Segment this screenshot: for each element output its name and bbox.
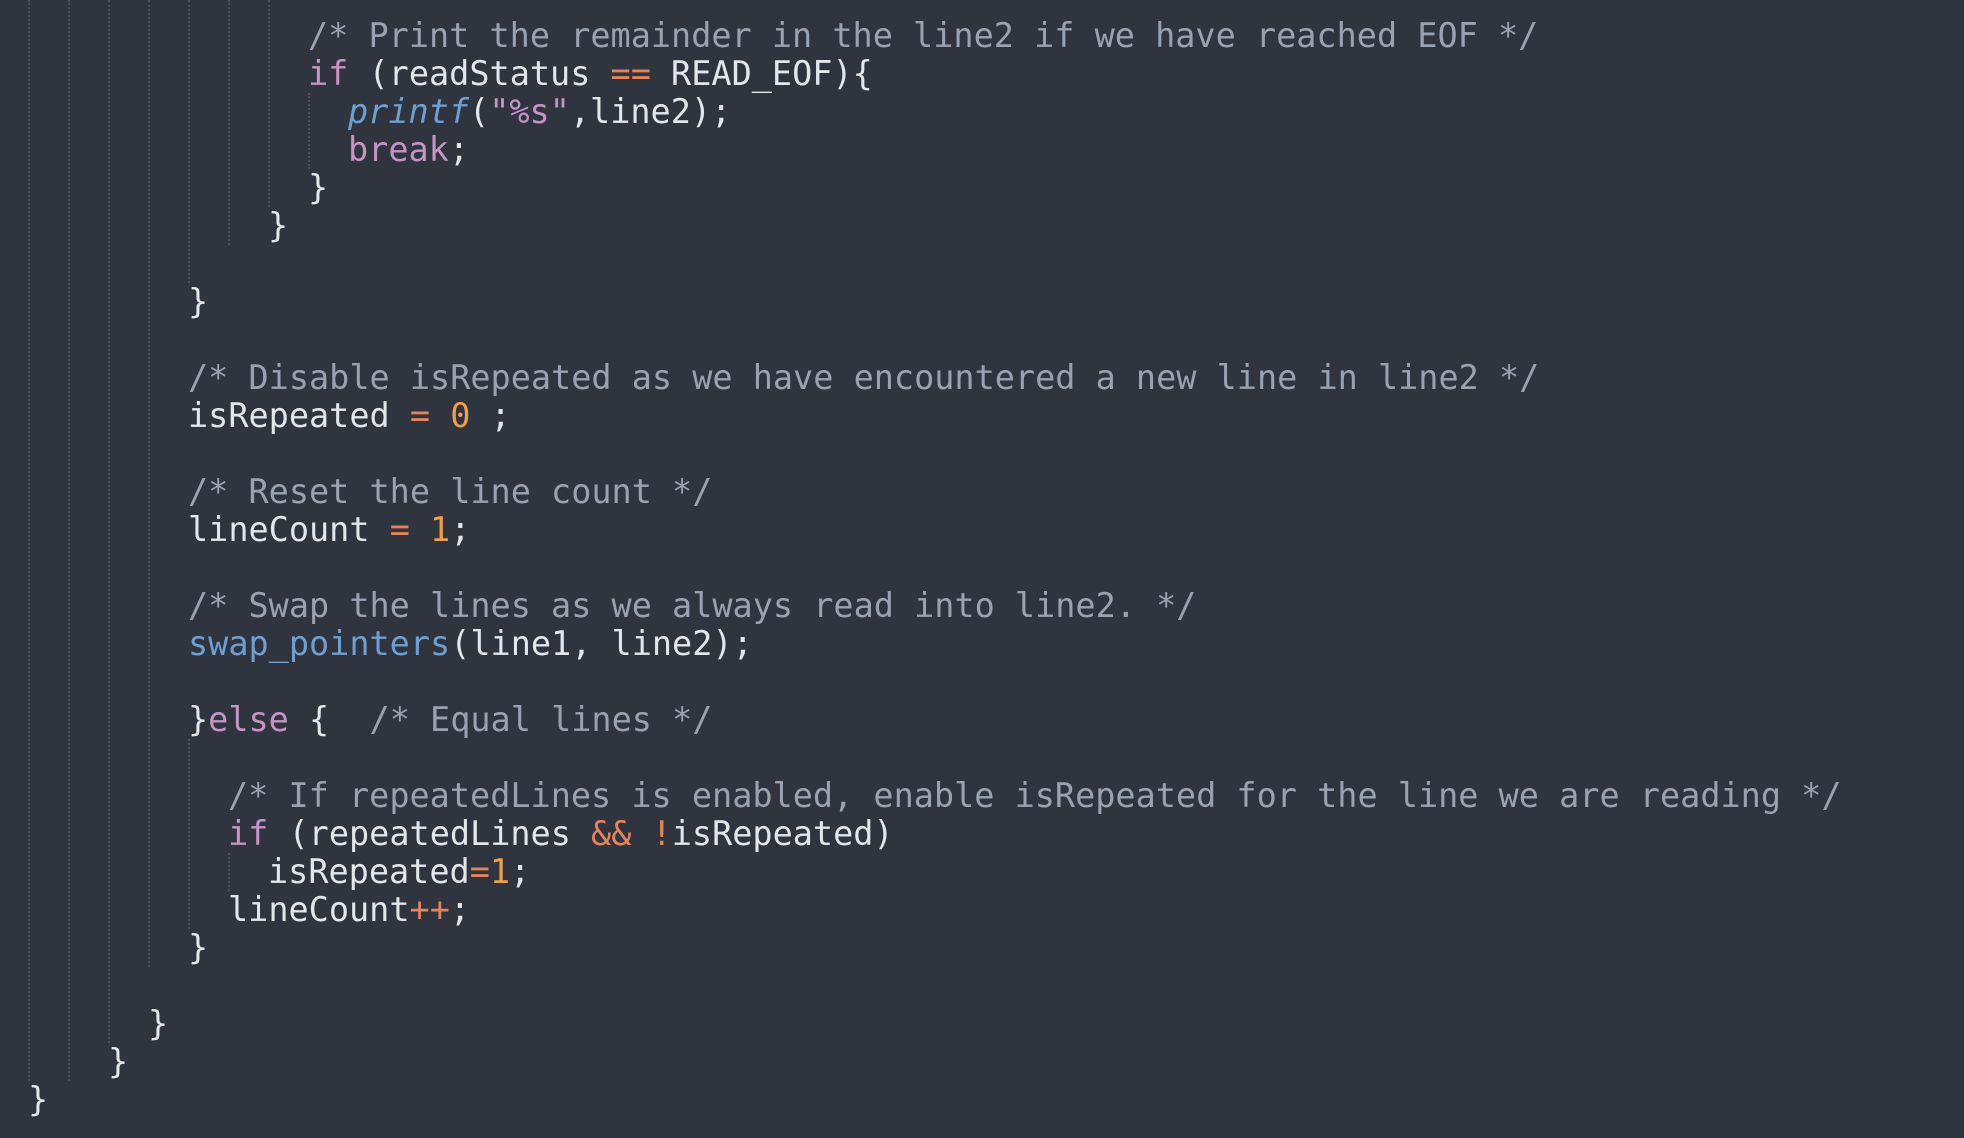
code-token-plain: ( bbox=[469, 92, 490, 131]
code-token-comment: /* Print the remainder in the line2 if w… bbox=[308, 16, 1539, 55]
code-token-op: ! bbox=[651, 814, 672, 853]
code-token-plain: ,line2); bbox=[569, 92, 732, 131]
code-token-plain: (line1, line2); bbox=[450, 624, 753, 663]
code-line[interactable]: } bbox=[108, 1043, 128, 1081]
code-line[interactable]: /* Disable isRepeated as we have encount… bbox=[188, 359, 1539, 397]
code-line[interactable]: isRepeated = 0 ; bbox=[188, 397, 511, 435]
code-token-op: && bbox=[591, 814, 632, 853]
code-line[interactable]: /* Reset the line count */ bbox=[188, 473, 712, 511]
code-token-plain: (readStatus bbox=[348, 54, 611, 93]
indent-guide bbox=[188, 739, 190, 929]
indent-guide bbox=[268, 0, 270, 207]
code-token-plain: } bbox=[188, 282, 209, 321]
code-token-plain: lineCount bbox=[188, 510, 390, 549]
indent-guide bbox=[68, 0, 70, 1081]
code-line[interactable]: } bbox=[268, 207, 288, 245]
code-line[interactable]: if (readStatus == READ_EOF){ bbox=[308, 55, 873, 93]
code-line[interactable]: lineCount = 1; bbox=[188, 511, 470, 549]
code-token-op: = bbox=[389, 510, 410, 549]
indent-guide bbox=[308, 93, 310, 169]
code-line[interactable]: isRepeated=1; bbox=[268, 853, 530, 891]
code-token-comment: /* Reset the line count */ bbox=[188, 472, 713, 511]
code-line[interactable]: lineCount++; bbox=[228, 891, 470, 929]
code-line[interactable]: /* If repeatedLines is enabled, enable i… bbox=[228, 777, 1842, 815]
code-token-plain: } bbox=[108, 1042, 129, 1081]
indent-guide bbox=[108, 0, 110, 1043]
code-token-op: = bbox=[409, 396, 431, 435]
code-token-number: 0 bbox=[450, 396, 471, 435]
code-token-italic: printf bbox=[348, 92, 470, 131]
code-token-op: = bbox=[469, 852, 490, 891]
code-token-keyword: if bbox=[308, 54, 349, 93]
code-line[interactable]: } bbox=[148, 1005, 168, 1043]
code-token-plain: } bbox=[28, 1080, 49, 1119]
code-token-plain: } bbox=[188, 928, 209, 967]
code-token-plain: lineCount bbox=[228, 890, 410, 929]
code-token-plain: ; bbox=[470, 396, 511, 435]
code-token-plain: isRepeated bbox=[268, 852, 470, 891]
code-line[interactable]: swap_pointers(line1, line2); bbox=[188, 625, 753, 663]
code-token-plain: ; bbox=[450, 510, 471, 549]
indent-guide bbox=[148, 0, 150, 967]
code-token-plain: } bbox=[308, 168, 329, 207]
code-token-plain: { bbox=[288, 700, 370, 739]
code-line[interactable]: break; bbox=[348, 131, 469, 169]
code-line[interactable]: /* Swap the lines as we always read into… bbox=[188, 587, 1196, 625]
code-line[interactable]: }else { /* Equal lines */ bbox=[188, 701, 712, 739]
code-token-op: == bbox=[610, 54, 651, 93]
code-token-comment: /* Disable isRepeated as we have encount… bbox=[188, 358, 1540, 397]
code-token-comment: /* Swap the lines as we always read into… bbox=[188, 586, 1197, 625]
code-editor[interactable]: /* Print the remainder in the line2 if w… bbox=[0, 0, 1964, 1138]
indent-guide bbox=[188, 0, 190, 283]
code-token-plain: READ_EOF){ bbox=[650, 54, 873, 93]
code-line[interactable]: } bbox=[188, 929, 208, 967]
code-token-string: "%s" bbox=[489, 92, 570, 131]
code-token-keyword: else bbox=[208, 700, 289, 739]
code-line[interactable]: /* Print the remainder in the line2 if w… bbox=[308, 17, 1538, 55]
code-line[interactable]: printf("%s",line2); bbox=[348, 93, 731, 131]
indent-guide bbox=[228, 0, 230, 245]
code-token-comment: /* If repeatedLines is enabled, enable i… bbox=[228, 776, 1842, 815]
code-token-plain: isRepeated) bbox=[671, 814, 894, 853]
code-token-plain: ; bbox=[510, 852, 531, 891]
code-token-plain: isRepeated bbox=[188, 396, 410, 435]
code-token-func: swap_pointers bbox=[188, 624, 451, 663]
code-token-plain: } bbox=[148, 1004, 169, 1043]
code-token-op: ++ bbox=[409, 890, 450, 929]
code-token-plain: } bbox=[268, 206, 289, 245]
code-token-number: 1 bbox=[430, 510, 451, 549]
code-line[interactable]: } bbox=[188, 283, 208, 321]
code-line[interactable]: } bbox=[308, 169, 328, 207]
code-token-comment: /* Equal lines */ bbox=[369, 700, 713, 739]
code-token-plain: } bbox=[188, 700, 209, 739]
code-line[interactable]: } bbox=[28, 1081, 48, 1119]
indent-guide bbox=[28, 0, 30, 1081]
indent-guides bbox=[0, 0, 1964, 1138]
code-token-keyword: if bbox=[228, 814, 269, 853]
code-line[interactable]: if (repeatedLines && !isRepeated) bbox=[228, 815, 894, 853]
code-token-plain: (repeatedLines bbox=[268, 814, 592, 853]
indent-guide bbox=[228, 853, 230, 891]
code-token-plain: ; bbox=[449, 890, 471, 929]
code-token-number: 1 bbox=[489, 852, 511, 891]
code-token-keyword: break bbox=[348, 130, 449, 169]
code-token-plain: ; bbox=[448, 130, 470, 169]
